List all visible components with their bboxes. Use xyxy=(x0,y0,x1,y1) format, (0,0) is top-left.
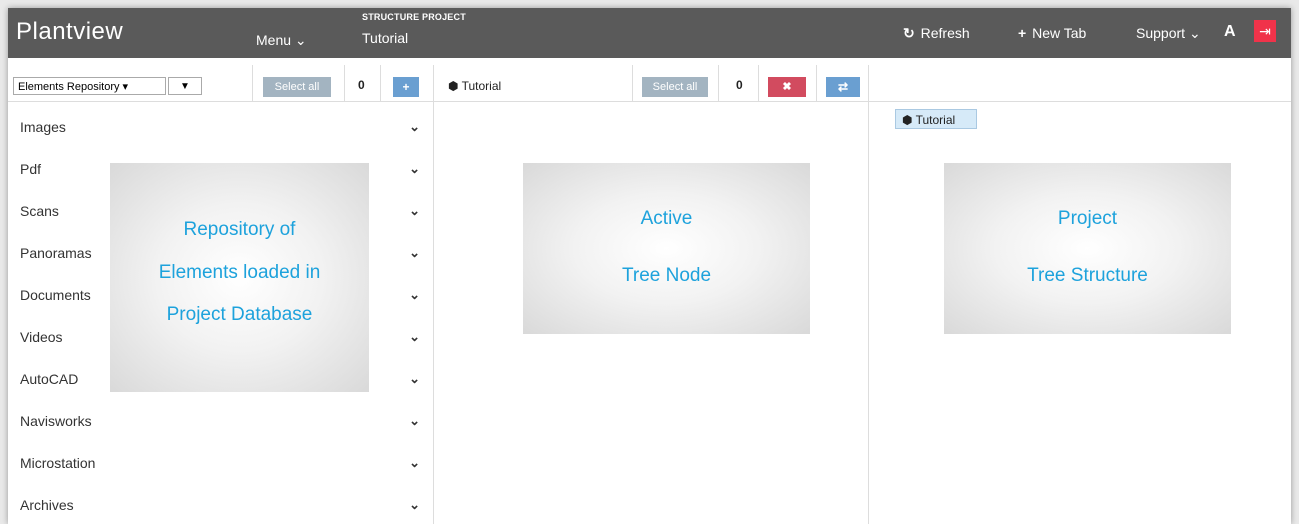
repo-selected-count: 0 xyxy=(358,78,365,92)
divider xyxy=(433,65,434,101)
menu-button[interactable]: Menu ⌄ xyxy=(256,32,307,49)
active-node-label: Tutorial xyxy=(461,79,502,93)
chevron-down-icon[interactable]: ⌄ xyxy=(409,119,420,135)
cube-icon: ⬢ xyxy=(448,79,459,93)
chevron-down-icon[interactable]: ⌄ xyxy=(409,329,420,345)
chevron-down-icon[interactable]: ⌄ xyxy=(409,497,420,513)
category-label: Pdf xyxy=(20,161,42,177)
category-label: Navisworks xyxy=(20,413,92,429)
overlay-line: Active xyxy=(640,208,693,229)
category-label: Scans xyxy=(20,203,59,219)
tree-root-label: Tutorial xyxy=(915,113,956,127)
plus-icon: + xyxy=(1018,25,1027,41)
divider xyxy=(344,65,345,101)
divider xyxy=(718,65,719,101)
user-avatar[interactable]: A xyxy=(1224,23,1236,41)
active-node-title: ⬢ Tutorial xyxy=(448,79,501,93)
active-node-overlay: Active Tree Node xyxy=(523,163,810,334)
app-logo: Plantview xyxy=(16,18,124,45)
refresh-icon: ↻ xyxy=(903,25,915,41)
add-button[interactable]: + xyxy=(393,77,419,97)
divider xyxy=(816,65,817,101)
tree-overlay: Project Tree Structure xyxy=(944,163,1231,334)
chevron-down-icon[interactable]: ⌄ xyxy=(409,413,420,429)
overlay-line: Elements loaded in xyxy=(158,262,321,283)
category-label: Videos xyxy=(20,329,63,345)
project-caption: STRUCTURE PROJECT xyxy=(362,12,466,22)
overlay-line: Repository of xyxy=(183,219,296,240)
divider xyxy=(380,65,381,101)
chevron-down-icon[interactable]: ⌄ xyxy=(409,287,420,303)
app-window: Plantview Menu ⌄ STRUCTURE PROJECT Tutor… xyxy=(8,8,1291,524)
plus-icon: + xyxy=(402,80,410,94)
repository-dropdown[interactable]: Elements Repository ▾ xyxy=(13,77,166,95)
project-name: Tutorial xyxy=(362,30,409,46)
category-label: Images xyxy=(20,119,66,135)
chevron-down-icon[interactable]: ⌄ xyxy=(409,161,420,177)
refresh-label: Refresh xyxy=(920,25,970,41)
repository-overlay: Repository of Elements loaded in Project… xyxy=(110,163,369,392)
category-label: Panoramas xyxy=(20,245,92,261)
divider xyxy=(868,65,869,101)
chevron-down-icon[interactable]: ⌄ xyxy=(409,455,420,471)
filter-button[interactable]: ▼ xyxy=(168,77,202,95)
new-tab-button[interactable]: + New Tab xyxy=(1018,25,1086,41)
active-node-panel: Active Tree Node xyxy=(434,101,868,524)
node-selected-count: 0 xyxy=(736,78,743,92)
chevron-down-icon[interactable]: ⌄ xyxy=(409,203,420,219)
tree-panel: Project Tree Structure xyxy=(869,101,1291,524)
close-icon: ✖ xyxy=(782,81,792,93)
menu-label: Menu xyxy=(256,32,292,48)
divider xyxy=(758,65,759,101)
repository-panel: Images ⌄ Pdf ⌄ Scans ⌄ Panoramas ⌄ Documents ⌄ Vid… xyxy=(8,101,433,524)
swap-icon: ⇄ xyxy=(837,80,849,94)
chevron-down-icon: ⌄ xyxy=(1188,25,1201,41)
category-row[interactable]: Images ⌄ xyxy=(20,119,420,149)
divider xyxy=(252,65,253,101)
chevron-down-icon[interactable]: ⌄ xyxy=(409,371,420,387)
category-label: Archives xyxy=(20,497,74,513)
category-label: AutoCAD xyxy=(20,371,79,387)
logout-icon: ⇥ xyxy=(1259,23,1271,39)
overlay-line: Tree Structure xyxy=(1027,265,1148,286)
chevron-down-icon: ⌄ xyxy=(294,32,307,48)
support-label: Support xyxy=(1136,25,1186,41)
category-label: Microstation xyxy=(20,455,96,471)
category-row[interactable]: Navisworks ⌄ xyxy=(20,413,420,443)
panel-toolbar: Elements Repository ▾ ▼ Select all 0 + ⬢… xyxy=(8,65,1291,102)
overlay-line: Tree Node xyxy=(621,265,712,286)
support-button[interactable]: Support ⌄ xyxy=(1136,25,1201,42)
overlay-line: Project xyxy=(1057,208,1118,229)
category-row[interactable]: Archives ⌄ xyxy=(20,497,420,524)
node-select-all-button[interactable]: Select all xyxy=(642,77,708,97)
new-tab-label: New Tab xyxy=(1032,25,1087,41)
swap-button[interactable]: ⇄ xyxy=(826,77,860,97)
filter-icon: ▼ xyxy=(180,81,190,92)
repo-select-all-button[interactable]: Select all xyxy=(263,77,331,97)
top-bar: Plantview Menu ⌄ STRUCTURE PROJECT Tutor… xyxy=(8,8,1291,58)
chevron-down-icon[interactable]: ⌄ xyxy=(409,245,420,261)
logout-button[interactable]: ⇥ xyxy=(1254,20,1276,42)
tree-root-node[interactable]: ⬢ Tutorial xyxy=(895,109,977,129)
overlay-line: Project Database xyxy=(166,304,313,325)
delete-button[interactable]: ✖ xyxy=(768,77,806,97)
cube-icon: ⬢ xyxy=(902,113,913,127)
refresh-button[interactable]: ↻ Refresh xyxy=(903,25,970,42)
category-row[interactable]: Microstation ⌄ xyxy=(20,455,420,485)
category-label: Documents xyxy=(20,287,91,303)
divider xyxy=(632,65,633,101)
